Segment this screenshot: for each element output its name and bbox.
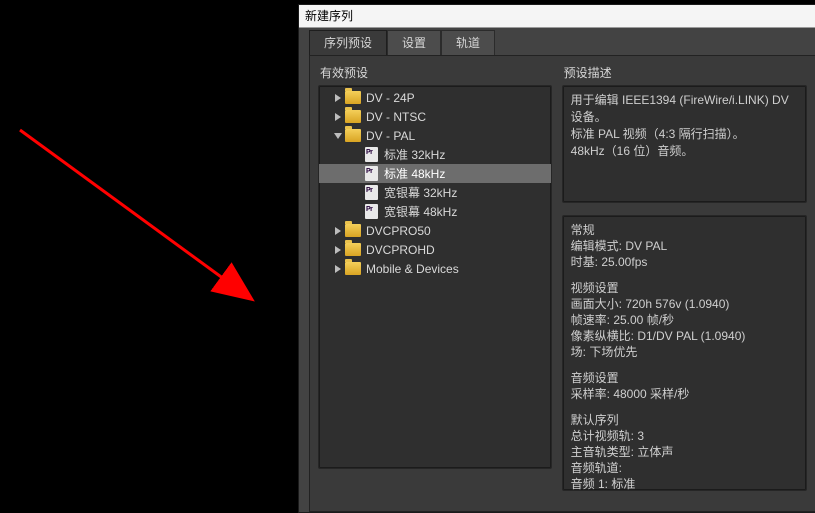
tree-label: Mobile & Devices [366, 262, 459, 276]
tree-preset-wide-32[interactable]: 宽银幕 32kHz [319, 183, 551, 202]
spec-line: 音频轨道: [571, 460, 798, 476]
folder-icon [345, 91, 361, 104]
spec-line: 像素纵横比: D1/DV PAL (1.0940) [571, 328, 798, 344]
caret-right-icon [333, 93, 343, 103]
caret-right-icon [333, 245, 343, 255]
preset-description: 用于编辑 IEEE1394 (FireWire/i.LINK) DV 设备。 标… [562, 85, 807, 203]
spec-seq-heading: 默认序列 [571, 412, 798, 428]
tree-preset-standard-48[interactable]: 标准 48kHz [319, 164, 551, 183]
tree-folder-dvpal[interactable]: DV - PAL [319, 126, 551, 145]
tab-tracks[interactable]: 轨道 [441, 30, 495, 55]
tab-settings[interactable]: 设置 [387, 30, 441, 55]
tree-label: 标准 32kHz [384, 146, 445, 163]
dialog-title: 新建序列 [299, 5, 815, 28]
spec-line: 编辑模式: DV PAL [571, 238, 798, 254]
annotation-arrow [18, 128, 266, 306]
folder-icon [345, 243, 361, 256]
desc-line: 用于编辑 IEEE1394 (FireWire/i.LINK) DV 设备。 [571, 92, 798, 126]
spec-line: 音频 1: 标准 [571, 476, 798, 491]
tree-folder-dv24p[interactable]: DV - 24P [319, 88, 551, 107]
folder-icon [345, 224, 361, 237]
tab-panel: 有效预设 DV - 24P DV - NTSC [309, 55, 815, 512]
tree-label: DV - 24P [366, 91, 415, 105]
tree-folder-dvcprohd[interactable]: DVCPROHD [319, 240, 551, 259]
tree-folder-dvcpro50[interactable]: DVCPRO50 [319, 221, 551, 240]
new-sequence-dialog: 新建序列 序列预设 设置 轨道 有效预设 DV - 24P [298, 4, 815, 513]
preset-icon [365, 204, 378, 219]
spec-line: 总计视频轨: 3 [571, 428, 798, 444]
desc-line: 48kHz（16 位）音频。 [571, 143, 798, 160]
tree-label: 宽银幕 32kHz [384, 184, 457, 201]
preset-spec: 常规 编辑模式: DV PAL 时基: 25.00fps 视频设置 画面大小: … [562, 215, 807, 491]
caret-right-icon [333, 264, 343, 274]
tree-label: DV - PAL [366, 129, 415, 143]
folder-icon [345, 110, 361, 123]
preset-tree[interactable]: DV - 24P DV - NTSC DV - PAL [318, 85, 552, 469]
desc-line: 标准 PAL 视频（4:3 隔行扫描）。 [571, 126, 798, 143]
tree-folder-dvntsc[interactable]: DV - NTSC [319, 107, 551, 126]
spec-line: 帧速率: 25.00 帧/秒 [571, 312, 798, 328]
tab-bar: 序列预设 设置 轨道 [305, 33, 815, 55]
tree-label: DVCPRO50 [366, 224, 431, 238]
spec-line: 时基: 25.00fps [571, 254, 798, 270]
caret-right-icon [333, 226, 343, 236]
spec-line: 主音轨类型: 立体声 [571, 444, 798, 460]
spec-line: 画面大小: 720h 576v (1.0940) [571, 296, 798, 312]
preset-icon [365, 166, 378, 181]
folder-icon [345, 262, 361, 275]
preset-icon [365, 147, 378, 162]
spec-line: 采样率: 48000 采样/秒 [571, 386, 798, 402]
tree-label: DVCPROHD [366, 243, 435, 257]
preset-icon [365, 185, 378, 200]
spec-audio-heading: 音频设置 [571, 370, 798, 386]
tree-label: 宽银幕 48kHz [384, 203, 457, 220]
tree-preset-wide-48[interactable]: 宽银幕 48kHz [319, 202, 551, 221]
tree-label: DV - NTSC [366, 110, 426, 124]
available-presets-label: 有效预设 [320, 64, 552, 81]
spec-general-heading: 常规 [571, 222, 798, 238]
folder-icon [345, 129, 361, 142]
spec-line: 场: 下场优先 [571, 344, 798, 360]
tree-preset-standard-32[interactable]: 标准 32kHz [319, 145, 551, 164]
preset-description-label: 预设描述 [564, 64, 807, 81]
tree-label: 标准 48kHz [384, 165, 445, 182]
caret-down-icon [333, 131, 343, 141]
spec-video-heading: 视频设置 [571, 280, 798, 296]
caret-right-icon [333, 112, 343, 122]
tab-sequence-presets[interactable]: 序列预设 [309, 30, 387, 55]
tree-folder-mobile[interactable]: Mobile & Devices [319, 259, 551, 278]
